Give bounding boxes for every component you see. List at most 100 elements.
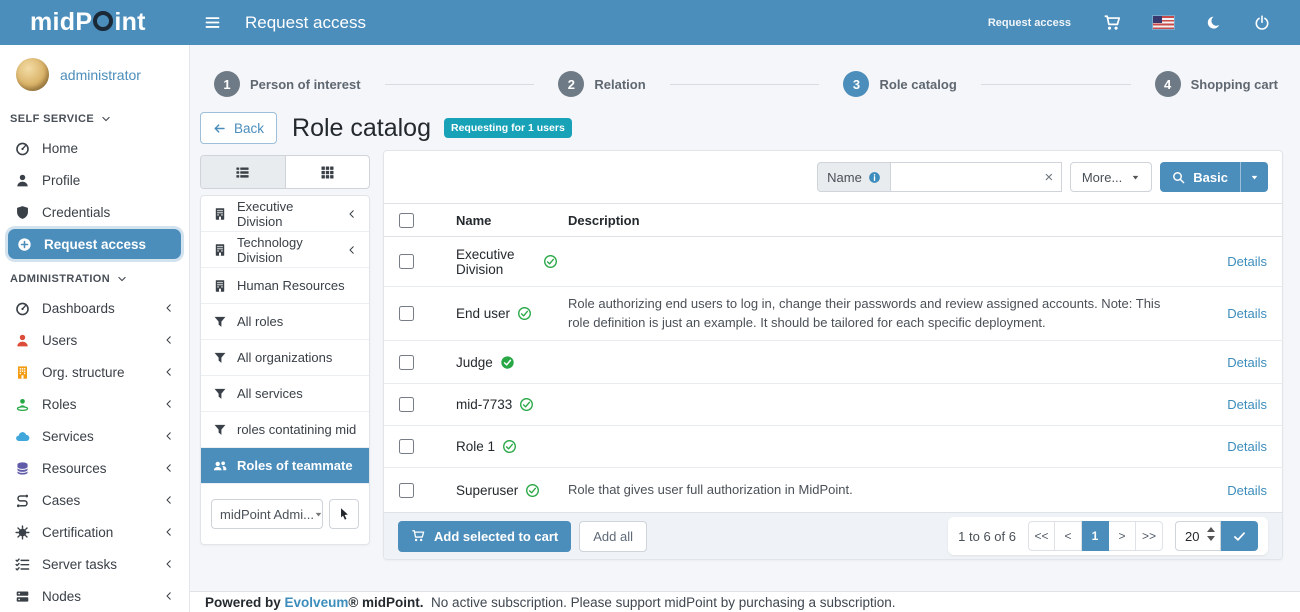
wizard-step-relation[interactable]: 2 Relation xyxy=(558,71,645,97)
sidebar-item-roles[interactable]: Roles xyxy=(0,388,189,420)
row-checkbox[interactable] xyxy=(399,254,414,269)
details-link[interactable]: Details xyxy=(1187,397,1267,412)
tree-item-all-services[interactable]: All services xyxy=(201,376,369,412)
user-icon xyxy=(15,173,30,188)
chevron-left-icon xyxy=(164,591,174,601)
sidebar-item-resources[interactable]: Resources xyxy=(0,452,189,484)
sidebar-item-nodes[interactable]: Nodes xyxy=(0,580,189,612)
sidebar-section-administration[interactable]: ADMINISTRATION xyxy=(0,260,189,292)
dark-mode-moon-icon[interactable] xyxy=(1206,15,1222,31)
check-icon xyxy=(1233,530,1246,543)
building-icon xyxy=(213,243,227,257)
details-link[interactable]: Details xyxy=(1187,254,1267,269)
sidebar-item-dashboards[interactable]: Dashboards xyxy=(0,292,189,324)
grid-view-icon xyxy=(320,165,335,180)
check-circle-solid-icon xyxy=(500,355,515,370)
building-icon xyxy=(213,207,227,221)
grid-view-toggle[interactable] xyxy=(285,156,370,188)
select-all-checkbox[interactable] xyxy=(399,213,414,228)
spinner-down-icon[interactable] xyxy=(1207,536,1215,541)
previous-page-button[interactable]: < xyxy=(1055,521,1082,551)
logo-o-icon xyxy=(93,11,113,31)
row-checkbox[interactable] xyxy=(399,397,414,412)
evolveum-link[interactable]: Evolveum xyxy=(285,595,349,610)
first-page-button[interactable]: << xyxy=(1028,521,1055,551)
caret-down-icon xyxy=(1131,173,1140,182)
sidebar-section-self-service[interactable]: SELF SERVICE xyxy=(0,100,189,132)
active-page-shortcut[interactable]: Request access xyxy=(988,17,1071,29)
certificate-icon xyxy=(15,525,30,540)
row-checkbox[interactable] xyxy=(399,439,414,454)
spinner-up-icon[interactable] xyxy=(1207,527,1215,532)
tree-item-human-resources[interactable]: Human Resources xyxy=(201,268,369,304)
wizard-step-role-catalog[interactable]: 3 Role catalog xyxy=(843,71,956,97)
sidebar-item-request-access[interactable]: Request access xyxy=(8,229,181,259)
table-footer: Add selected to cart Add all 1 to 6 of 6… xyxy=(384,512,1282,559)
catalog-view-toggle xyxy=(200,155,370,189)
select-user-button[interactable] xyxy=(329,499,359,529)
chevron-left-icon xyxy=(164,559,174,569)
tree-item-technology-division[interactable]: Technology Division xyxy=(201,232,369,268)
shield-icon xyxy=(15,205,30,220)
cart-icon[interactable] xyxy=(1103,14,1121,32)
back-button[interactable]: Back xyxy=(200,112,277,144)
add-all-button[interactable]: Add all xyxy=(579,521,647,552)
sidebar-item-credentials[interactable]: Credentials xyxy=(0,196,189,228)
details-link[interactable]: Details xyxy=(1187,355,1267,370)
details-link[interactable]: Details xyxy=(1187,439,1267,454)
midpoint-logo[interactable]: midPint xyxy=(0,8,190,37)
teammate-select[interactable]: midPoint Admi... xyxy=(211,499,323,529)
next-page-button[interactable]: > xyxy=(1109,521,1136,551)
logout-power-icon[interactable] xyxy=(1254,15,1270,31)
basic-search-button[interactable]: Basic xyxy=(1160,162,1268,192)
row-checkbox[interactable] xyxy=(399,355,414,370)
chevron-left-icon xyxy=(164,431,174,441)
us-flag-icon[interactable] xyxy=(1153,16,1174,29)
sidebar-item-profile[interactable]: Profile xyxy=(0,164,189,196)
tree-item-executive-division[interactable]: Executive Division xyxy=(201,196,369,232)
name-search-input[interactable] xyxy=(891,163,1037,191)
cloud-icon xyxy=(15,429,30,444)
page-1-button[interactable]: 1 xyxy=(1082,521,1109,551)
route-icon xyxy=(15,493,30,508)
database-icon xyxy=(15,461,30,476)
page-size-input[interactable]: 20 xyxy=(1175,521,1221,551)
sidebar-item-home[interactable]: Home xyxy=(0,132,189,164)
tree-item-all-roles[interactable]: All roles xyxy=(201,304,369,340)
row-checkbox[interactable] xyxy=(399,306,414,321)
sidebar-item-services[interactable]: Services xyxy=(0,420,189,452)
search-mode-caret[interactable] xyxy=(1240,162,1268,192)
top-bar: midPint Request access Request access xyxy=(0,0,1300,45)
tree-item-roles-of-teammate[interactable]: Roles of teammate xyxy=(201,448,369,484)
row-checkbox[interactable] xyxy=(399,483,414,498)
wizard-step-shopping-cart[interactable]: 4 Shopping cart xyxy=(1155,71,1278,97)
chevron-left-icon xyxy=(164,463,174,473)
sidebar-item-server-tasks[interactable]: Server tasks xyxy=(0,548,189,580)
caret-down-icon xyxy=(314,510,323,519)
page-size-group: 20 xyxy=(1175,521,1258,551)
table-row: Judge Details xyxy=(384,341,1282,384)
details-link[interactable]: Details xyxy=(1187,306,1267,321)
tree-item-roles-containing-mid[interactable]: roles contatining mid xyxy=(201,412,369,448)
chevron-left-icon xyxy=(347,245,357,255)
column-header-description: Description xyxy=(568,213,1187,228)
sidebar-item-cases[interactable]: Cases xyxy=(0,484,189,516)
add-selected-to-cart-button[interactable]: Add selected to cart xyxy=(398,521,571,552)
users-group-icon xyxy=(213,459,227,473)
sidebar-item-org-structure[interactable]: Org. structure xyxy=(0,356,189,388)
sidebar-item-users[interactable]: Users xyxy=(0,324,189,356)
apply-page-size-button[interactable] xyxy=(1221,521,1258,551)
sidebar-item-certification[interactable]: Certification xyxy=(0,516,189,548)
tree-item-all-organizations[interactable]: All organizations xyxy=(201,340,369,376)
details-link[interactable]: Details xyxy=(1187,483,1267,498)
wizard-step-person-of-interest[interactable]: 1 Person of interest xyxy=(214,71,361,97)
list-view-toggle[interactable] xyxy=(201,156,285,188)
last-page-button[interactable]: >> xyxy=(1136,521,1163,551)
username-link[interactable]: administrator xyxy=(60,67,141,83)
chevron-left-icon xyxy=(164,367,174,377)
chevron-left-icon xyxy=(164,527,174,537)
hamburger-menu-icon[interactable] xyxy=(204,14,221,31)
page-title-topbar: Request access xyxy=(245,13,366,33)
more-filters-button[interactable]: More... xyxy=(1070,162,1152,192)
clear-search-button[interactable]: × xyxy=(1037,169,1061,186)
